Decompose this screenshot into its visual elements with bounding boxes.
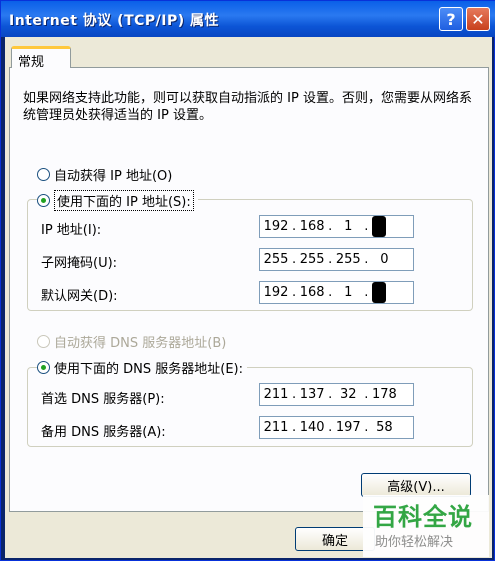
ip-octet: 32	[340, 387, 357, 402]
tab-general[interactable]: 常规	[11, 46, 71, 70]
close-button[interactable]: ✕	[466, 7, 490, 31]
ip-octet: 255	[299, 252, 325, 267]
ip-octet: 1	[344, 285, 353, 300]
default-gateway-label: 默认网关(D):	[41, 289, 118, 304]
auto-dns-label: 自动获得 DNS 服务器地址(B)	[54, 336, 227, 351]
redaction-mark	[372, 216, 387, 237]
ip-address-input[interactable]: 192. 168. 1.	[259, 215, 414, 238]
ip-octet: 255	[263, 252, 289, 267]
alternate-dns-label: 备用 DNS 服务器(A):	[41, 425, 166, 440]
ip-octet: 137	[299, 387, 325, 402]
manual-dns-radio[interactable]	[37, 361, 50, 374]
ip-octet: 58	[376, 420, 393, 435]
preferred-dns-input[interactable]: 211. 137. 32. 178	[259, 383, 414, 406]
advanced-button[interactable]: 高级(V)...	[361, 473, 471, 497]
description-text: 如果网络支持此功能，则可以获取自动指派的 IP 设置。否则，您需要从网络系统管理…	[23, 91, 472, 123]
ip-octet: 178	[372, 387, 397, 402]
ip-octet: 197	[335, 420, 361, 435]
ip-octet: 168	[299, 219, 325, 234]
dialog-client-area: 常规 如果网络支持此功能，则可以获取自动指派的 IP 设置。否则，您需要从网络系…	[5, 37, 492, 558]
default-gateway-input[interactable]: 192. 168. 1.	[259, 281, 414, 304]
auto-ip-option[interactable]: 自动获得 IP 地址(O)	[37, 165, 172, 184]
ip-octet: 192	[263, 219, 289, 234]
auto-dns-radio[interactable]	[37, 335, 50, 348]
help-button[interactable]: ?	[439, 7, 463, 31]
auto-dns-option[interactable]: 自动获得 DNS 服务器地址(B)	[37, 332, 226, 351]
redaction-mark	[372, 282, 387, 303]
manual-dns-option[interactable]: 使用下面的 DNS 服务器地址(E):	[37, 358, 247, 377]
manual-ip-radio[interactable]	[37, 194, 50, 207]
ip-octet: 1	[344, 219, 353, 234]
ip-octet: 140	[299, 420, 325, 435]
ip-octet: 211	[263, 387, 289, 402]
alternate-dns-input[interactable]: 211. 140. 197. 58	[259, 416, 414, 439]
manual-ip-option[interactable]: 使用下面的 IP 地址(S):	[37, 190, 198, 211]
ip-octet: 255	[335, 252, 361, 267]
watermark-logo: 百科全说 助你轻松解决	[363, 495, 489, 557]
help-icon: ?	[446, 9, 456, 29]
manual-dns-label: 使用下面的 DNS 服务器地址(E):	[54, 362, 243, 377]
watermark-title: 百科全说	[373, 503, 473, 531]
ip-octet: 0	[380, 252, 389, 267]
ip-octet: 192	[263, 285, 289, 300]
preferred-dns-label: 首选 DNS 服务器(P):	[41, 392, 165, 407]
auto-ip-label: 自动获得 IP 地址(O)	[54, 169, 173, 184]
manual-ip-label: 使用下面的 IP 地址(S):	[54, 190, 194, 211]
close-icon: ✕	[471, 9, 485, 29]
title-bar[interactable]: Internet 协议 (TCP/IP) 属性 ? ✕	[1, 1, 495, 37]
subnet-mask-label: 子网掩码(U):	[41, 256, 118, 271]
ip-octet: 211	[263, 420, 289, 435]
ip-address-label: IP 地址(I):	[41, 223, 102, 238]
ip-octet: 168	[299, 285, 325, 300]
dialog-window: Internet 协议 (TCP/IP) 属性 ? ✕ 常规 如果网络支持此功能…	[0, 0, 495, 561]
watermark-subtitle: 助你轻松解决	[375, 535, 454, 550]
auto-ip-radio[interactable]	[37, 168, 50, 181]
window-title: Internet 协议 (TCP/IP) 属性	[9, 13, 220, 29]
subnet-mask-input[interactable]: 255. 255. 255. 0	[259, 248, 414, 271]
